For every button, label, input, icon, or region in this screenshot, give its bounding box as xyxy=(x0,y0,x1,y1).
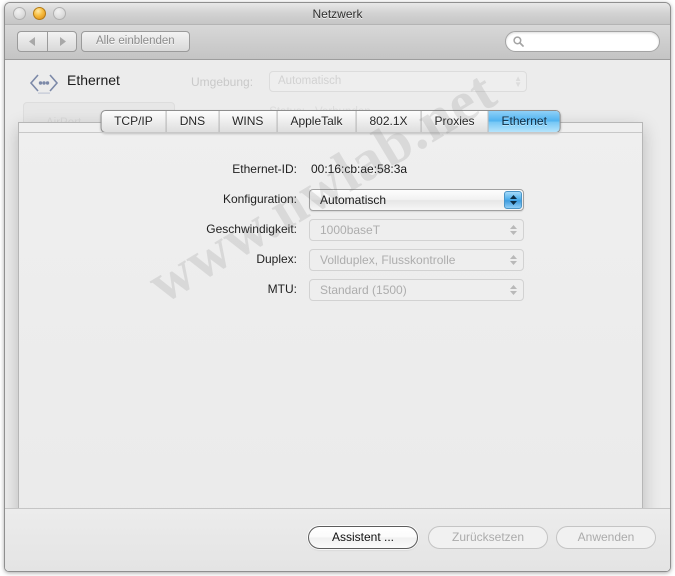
tab-ethernet[interactable]: Ethernet xyxy=(488,111,560,132)
chevron-left-icon xyxy=(28,37,35,46)
toolbar: Alle einblenden xyxy=(5,25,670,60)
sheet-divider xyxy=(19,132,642,133)
chevron-updown-icon xyxy=(504,251,522,269)
mtu-value: Standard (1500) xyxy=(320,283,407,297)
search-icon xyxy=(513,36,524,47)
pane-header: Ethernet Umgebung: Automatisch ▲ ▼ xyxy=(23,70,652,96)
chevron-right-icon xyxy=(60,37,66,46)
apply-button: Anwenden xyxy=(556,526,656,549)
chevron-updown-icon[interactable] xyxy=(504,191,522,209)
minimize-button[interactable] xyxy=(33,7,46,20)
show-all-button[interactable]: Alle einblenden xyxy=(81,31,190,52)
duplex-popup: Vollduplex, Flusskontrolle xyxy=(309,249,524,271)
chevron-updown-icon: ▲ ▼ xyxy=(514,74,522,89)
geschwindigkeit-popup: 1000baseT xyxy=(309,219,524,241)
konfiguration-popup[interactable]: Automatisch xyxy=(309,189,524,211)
zoom-button[interactable] xyxy=(53,7,66,20)
konfiguration-value: Automatisch xyxy=(320,193,387,207)
tab-wins[interactable]: WINS xyxy=(219,111,278,132)
search-field[interactable] xyxy=(505,31,660,52)
settings-tabbar: TCP/IP DNS WINS AppleTalk 802.1X Proxies… xyxy=(100,110,561,133)
tab-dns[interactable]: DNS xyxy=(167,111,220,132)
form-row-duplex: Duplex: Vollduplex, Flusskontrolle xyxy=(19,249,642,279)
location-popup[interactable]: Automatisch ▲ ▼ xyxy=(269,71,527,92)
chevron-updown-icon xyxy=(504,281,522,299)
konfiguration-label: Konfiguration: xyxy=(222,192,297,206)
ethernet-id-label: Ethernet-ID: xyxy=(232,162,297,176)
network-preferences-window: Netzwerk Alle einblenden Ethernet Umgebu… xyxy=(4,2,671,572)
search-input[interactable] xyxy=(527,35,647,48)
chevron-updown-icon xyxy=(504,221,522,239)
geschwindigkeit-label: Geschwindigkeit: xyxy=(206,222,297,236)
form-row-ethernet-id: Ethernet-ID: 00:16:cb:ae:58:3a xyxy=(19,159,642,189)
ethernet-settings-sheet: TCP/IP DNS WINS AppleTalk 802.1X Proxies… xyxy=(18,110,643,570)
ethernet-icon xyxy=(29,72,59,99)
forward-button[interactable] xyxy=(47,31,77,52)
close-button[interactable] xyxy=(13,7,26,20)
tab-8021x[interactable]: 802.1X xyxy=(356,111,422,132)
mtu-popup: Standard (1500) xyxy=(309,279,524,301)
assistant-button[interactable]: Assistent ... xyxy=(308,526,418,549)
pane-service-name: Ethernet xyxy=(67,72,120,88)
ethernet-form: Ethernet-ID: 00:16:cb:ae:58:3a Konfigura… xyxy=(19,159,642,309)
form-row-mtu: MTU: Standard (1500) xyxy=(19,279,642,309)
traffic-lights xyxy=(13,7,66,20)
network-pane: Ethernet Umgebung: Automatisch ▲▼ AirPor… xyxy=(5,60,670,571)
location-value: Automatisch xyxy=(278,75,342,87)
tab-appletalk[interactable]: AppleTalk xyxy=(277,111,357,132)
window-footer: Assistent ... Zurücksetzen Anwenden xyxy=(5,508,670,571)
mtu-label: MTU: xyxy=(267,282,297,296)
geschwindigkeit-value: 1000baseT xyxy=(320,223,381,237)
form-row-konfiguration: Konfiguration: Automatisch xyxy=(19,189,642,219)
location-label: Umgebung: xyxy=(191,75,254,89)
window-title: Netzwerk xyxy=(312,7,363,21)
duplex-value: Vollduplex, Flusskontrolle xyxy=(320,253,456,267)
ethernet-id-value: 00:16:cb:ae:58:3a xyxy=(311,162,408,176)
window-titlebar: Netzwerk xyxy=(5,3,670,25)
duplex-label: Duplex: xyxy=(256,252,297,266)
back-button[interactable] xyxy=(17,31,47,52)
navigation-buttons xyxy=(17,31,77,52)
reset-button: Zurücksetzen xyxy=(428,526,548,549)
form-row-geschwindigkeit: Geschwindigkeit: 1000baseT xyxy=(19,219,642,249)
tab-proxies[interactable]: Proxies xyxy=(422,111,489,132)
tab-tcpip[interactable]: TCP/IP xyxy=(101,111,167,132)
